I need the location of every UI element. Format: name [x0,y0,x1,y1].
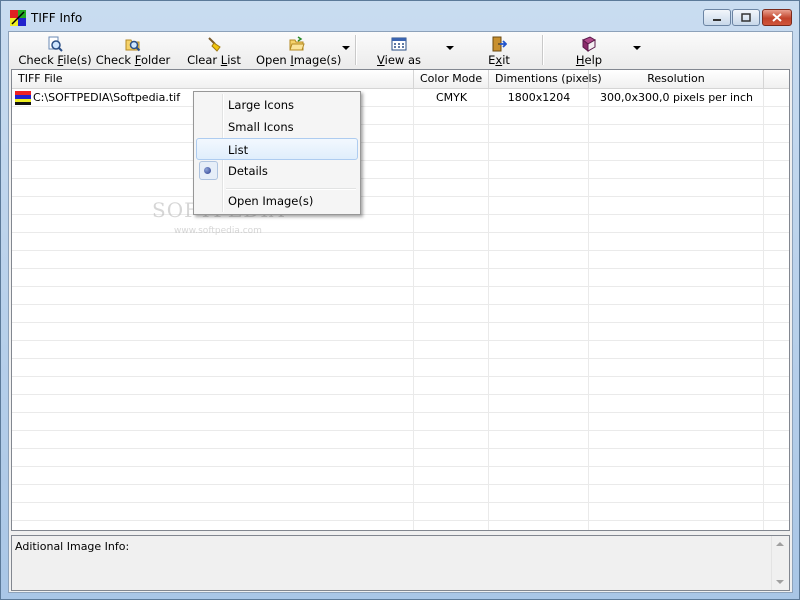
view-context-menu: Large Icons Small Icons List Details Ope… [193,91,361,215]
view-grid-icon [391,37,407,51]
column-header-dimensions[interactable]: Dimentions (pixels) [489,70,602,88]
client-area: Check File(s) Check Folder Clear List Op… [8,31,793,593]
open-folder-icon [289,36,305,51]
column-header-resolution[interactable]: Resolution [589,70,764,88]
maximize-button[interactable] [732,9,760,26]
menu-item-list[interactable]: List [196,138,358,160]
check-files-button[interactable]: Check File(s) [15,34,95,67]
radio-selected-icon [204,167,211,174]
column-divider [763,89,764,530]
watermark-url: www.softpedia.com [174,226,262,236]
clear-list-button[interactable]: Clear List [181,34,247,67]
minimize-icon [713,18,721,21]
broom-icon [208,37,221,52]
column-divider [488,89,489,530]
exit-button[interactable]: Exit [479,34,519,67]
scroll-down-icon[interactable] [776,580,784,584]
menu-item-large-icons[interactable]: Large Icons [196,94,358,116]
maximize-icon [741,13,751,22]
cell-resolution: 300,0x300,0 pixels per inch [599,91,754,104]
cell-file: C:\SOFTPEDIA\Softpedia.tif [33,91,181,104]
check-folder-button[interactable]: Check Folder [95,34,171,67]
magnifier-file-icon [48,36,63,52]
column-header-color-mode[interactable]: Color Mode [414,70,489,88]
toolbar-separator [542,35,544,65]
table-row[interactable]: C:\SOFTPEDIA\Softpedia.tif CMYK 1800x120… [12,89,789,107]
menu-item-small-icons[interactable]: Small Icons [196,116,358,138]
magnifier-folder-icon [125,39,141,52]
scroll-up-icon[interactable] [776,542,784,546]
column-divider [413,89,414,530]
open-images-button[interactable]: Open Image(s) [256,34,341,67]
column-header-tiff-file[interactable]: TIFF File [12,70,414,88]
close-button[interactable] [762,9,792,26]
app-window: TIFF Info Check File(s) Check Folder Cle… [0,0,800,600]
help-book-icon [582,36,596,52]
list-grid [12,89,789,530]
cell-color-mode: CMYK [435,91,468,104]
toolbar: Check File(s) Check Folder Clear List Op… [9,32,792,69]
tiff-file-list[interactable]: TIFF File Color Mode Dimentions (pixels)… [11,69,790,531]
app-icon [10,10,26,26]
open-images-dropdown-arrow[interactable] [342,46,350,50]
exit-door-icon [492,36,507,52]
column-divider [588,89,589,530]
help-button[interactable]: Help [569,34,609,67]
view-as-button[interactable]: View as [369,34,429,67]
cell-dimensions: 1800x1204 [507,91,571,104]
additional-info-label: Aditional Image Info: [15,540,130,553]
window-title: TIFF Info [31,11,83,25]
list-header: TIFF File Color Mode Dimentions (pixels)… [12,70,789,89]
close-icon [772,13,782,22]
menu-item-details[interactable]: Details [196,160,358,182]
tiff-file-icon [15,91,31,105]
minimize-button[interactable] [703,9,731,26]
help-dropdown-arrow[interactable] [633,46,641,50]
title-bar[interactable]: TIFF Info [1,1,799,31]
additional-info-panel[interactable]: Aditional Image Info: [11,535,790,591]
view-as-dropdown-arrow[interactable] [446,46,454,50]
menu-item-open-images[interactable]: Open Image(s) [196,190,358,212]
info-scrollbar[interactable] [771,536,789,590]
toolbar-separator [355,35,357,65]
